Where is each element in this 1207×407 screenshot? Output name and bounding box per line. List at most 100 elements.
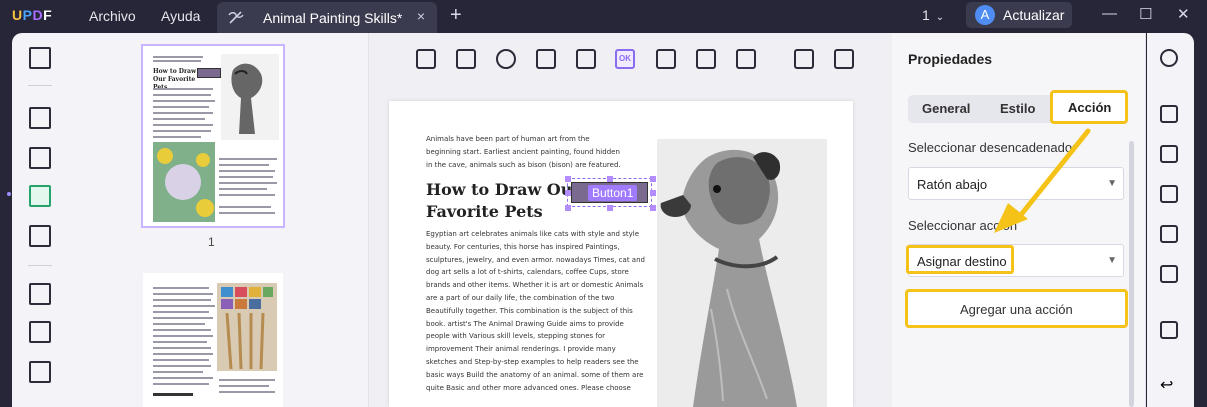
crop-pages-icon[interactable]	[29, 321, 51, 343]
thumb-text-line	[219, 385, 269, 387]
update-button[interactable]: A Actualizar	[966, 2, 1072, 28]
grid-layout-icon[interactable]	[834, 49, 854, 69]
form-field-recognition-icon[interactable]	[794, 49, 814, 69]
logo-letter-u: U	[12, 7, 23, 23]
thumb-text-line	[153, 293, 213, 295]
radio-button-tool-icon[interactable]	[496, 49, 516, 69]
close-window-icon[interactable]: ✕	[1177, 5, 1190, 23]
thumb-text-line	[153, 311, 209, 313]
thumb-text-line	[153, 365, 211, 367]
thumb-text-line	[153, 287, 209, 289]
close-tab-icon[interactable]: ×	[417, 8, 425, 24]
form-button-field[interactable]: Button1	[565, 176, 656, 211]
reader-mode-icon[interactable]	[29, 47, 51, 69]
dog-sketch-image	[657, 139, 827, 407]
thumb-text-line	[219, 212, 275, 214]
thumb-text-line	[153, 305, 215, 307]
thumb-text-line	[219, 170, 275, 172]
page-thumbnail-2[interactable]	[143, 273, 283, 407]
thumb-text-line	[153, 347, 211, 349]
convert-icon[interactable]	[1160, 145, 1178, 163]
new-tab-button[interactable]: +	[450, 4, 462, 27]
resize-handle[interactable]	[565, 205, 571, 211]
thumb-text-line	[153, 88, 213, 90]
resize-handle[interactable]	[650, 205, 656, 211]
protect-icon[interactable]	[1160, 185, 1178, 203]
resize-handle[interactable]	[565, 176, 571, 182]
thumb-text-line	[153, 136, 201, 138]
menu-ayuda[interactable]: Ayuda	[161, 8, 200, 24]
thumb-text-line	[153, 124, 213, 126]
body-paragraph: Egyptian art celebrates animals like cat…	[426, 230, 645, 392]
comment-icon[interactable]	[29, 107, 51, 129]
page-count-dropdown[interactable]: 1 ⌄	[922, 7, 944, 23]
thumb-text-line	[153, 317, 213, 319]
email-icon[interactable]	[1160, 265, 1178, 283]
date-field-tool-icon[interactable]	[696, 49, 716, 69]
image-field-tool-icon[interactable]	[656, 49, 676, 69]
button-tool-icon[interactable]: OK	[615, 49, 635, 69]
thumb-button	[197, 68, 221, 78]
thumb-dog-image	[221, 54, 279, 140]
text-field-tool-icon[interactable]	[416, 49, 436, 69]
logo-letter-f: F	[43, 7, 53, 23]
fill-sign-icon[interactable]	[29, 225, 51, 247]
resize-handle[interactable]	[607, 205, 613, 211]
thumb-text-line	[153, 329, 211, 331]
thumb-text-line	[153, 377, 213, 379]
update-label: Actualizar	[1003, 7, 1065, 23]
thumb-text-line	[219, 194, 275, 196]
edit-pdf-icon[interactable]	[29, 147, 51, 169]
undo-icon[interactable]: ↩	[1160, 377, 1178, 395]
thumb-text-line	[153, 94, 211, 96]
thumb-text-line	[153, 118, 205, 120]
thumb-text-line	[153, 323, 205, 325]
ocr-icon[interactable]	[1160, 105, 1178, 123]
chevron-down-icon: ⌄	[935, 12, 945, 23]
form-button-label: Button1	[588, 185, 638, 201]
page-thumbnail-1[interactable]: How to Draw Our Favorite Pets	[141, 44, 285, 228]
thumb-text-line	[153, 335, 213, 337]
menu-archivo[interactable]: Archivo	[89, 8, 136, 24]
minimize-icon[interactable]: —	[1102, 5, 1117, 22]
checkbox-tool-icon[interactable]	[456, 49, 476, 69]
document-tab[interactable]: Animal Painting Skills* ×	[217, 2, 437, 33]
resize-handle[interactable]	[650, 176, 656, 182]
thumbnail-panel: How to Draw Our Favorite Pets	[67, 33, 369, 407]
rail-divider	[28, 85, 52, 86]
updf-logo[interactable]: UPDF	[12, 7, 52, 23]
resize-handle[interactable]	[607, 176, 613, 182]
thumb-text-line	[153, 56, 203, 58]
combo-box-tool-icon[interactable]	[536, 49, 556, 69]
page-number-label: 1	[208, 235, 215, 249]
tutorial-arrow-icon	[994, 128, 1091, 233]
thumb-text-line	[219, 188, 267, 190]
form-button-face: Button1	[571, 182, 648, 203]
page-heading-line2: Favorite Pets	[426, 202, 543, 221]
thumb-text-line	[153, 341, 207, 343]
page-heading: How to Draw Our Favorite Pets	[426, 179, 581, 223]
add-action-button[interactable]: Agregar una acción	[905, 289, 1128, 328]
prepare-form-icon[interactable]	[29, 185, 51, 207]
properties-panel: Propiedades General Estilo Acción Selecc…	[892, 33, 1146, 407]
signature-tool-icon[interactable]	[736, 49, 756, 69]
save-icon[interactable]	[1160, 321, 1178, 339]
logo-letter-d: D	[32, 7, 44, 23]
document-edit-icon	[228, 11, 244, 24]
organize-pages-icon[interactable]	[29, 283, 51, 305]
share-icon[interactable]	[1160, 225, 1178, 243]
avatar: A	[975, 5, 995, 25]
thumb-subheading	[153, 393, 193, 396]
thumb-text-line	[219, 206, 271, 208]
thumb-text-line	[219, 158, 277, 160]
maximize-icon[interactable]: ☐	[1139, 5, 1152, 23]
list-box-tool-icon[interactable]	[576, 49, 596, 69]
rail-divider	[28, 265, 52, 266]
resize-handle[interactable]	[565, 190, 571, 196]
search-icon[interactable]	[1160, 49, 1178, 67]
tab-title: Animal Painting Skills*	[263, 10, 403, 26]
layers-icon[interactable]	[29, 361, 51, 383]
logo-letter-p: P	[22, 7, 33, 23]
resize-handle[interactable]	[650, 190, 656, 196]
page-heading-line1: How to Draw Our	[426, 180, 581, 199]
